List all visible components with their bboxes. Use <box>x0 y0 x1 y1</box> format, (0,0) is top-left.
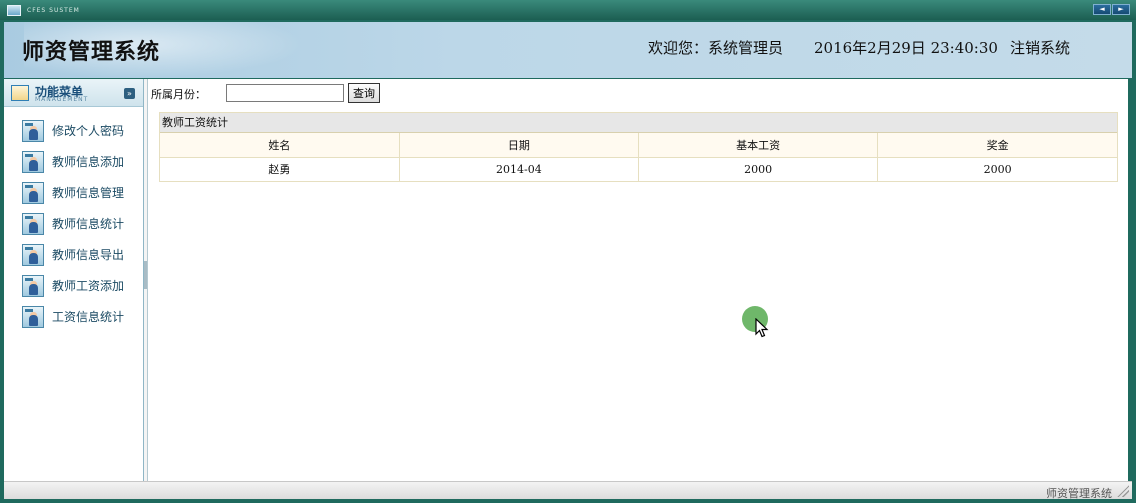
sidebar-item-label: 教师信息管理 <box>52 186 125 200</box>
prev-button[interactable]: ◄ <box>1093 4 1111 15</box>
status-bar: 师资管理系统 <box>4 481 1132 500</box>
window-titlebar: CFES SUSTEM ◄ ► <box>0 0 1136 20</box>
user-card-icon <box>22 212 44 235</box>
cell-date: 2014-04 <box>399 157 640 181</box>
sidebar-item-label: 修改个人密码 <box>52 124 125 138</box>
menu-header: 功能菜单 MANAGEMENT » <box>4 79 143 107</box>
user-card-icon <box>22 274 44 297</box>
menu-icon <box>11 85 29 101</box>
user-card-icon <box>22 305 44 328</box>
cell-bonus: 2000 <box>983 162 1012 176</box>
salary-table: 姓名 日期 基本工资 奖金 赵勇 2014-04 2000 2000 <box>160 133 1117 181</box>
logout-link[interactable]: 注销系统 <box>1010 37 1070 58</box>
sidebar-item-change-password[interactable]: 修改个人密码 <box>4 115 143 146</box>
datetime-text: 2016年2月29日 23:40:30 <box>814 39 998 57</box>
month-input[interactable] <box>226 84 344 102</box>
page-title: 师资管理系统 <box>22 39 161 65</box>
footer-text: 师资管理系统 <box>1046 487 1112 500</box>
cell-base-salary: 2000 <box>638 157 879 181</box>
column-header-bonus: 奖金 <box>877 133 1117 158</box>
page-header: 师资管理系统 欢迎您：系统管理员 2016年2月29日 23:40:30 注销系… <box>4 22 1132 78</box>
window-right-edge <box>1128 79 1136 481</box>
sidebar-item-teacher-add[interactable]: 教师信息添加 <box>4 146 143 177</box>
system-label: CFES SUSTEM <box>27 6 80 14</box>
table-row: 赵勇 2014-04 2000 2000 <box>160 157 1117 181</box>
cell-name: 赵勇 <box>160 157 400 181</box>
mouse-pointer-icon <box>755 318 769 338</box>
window-buttons: ◄ ► <box>1093 4 1130 15</box>
splitter-grip[interactable] <box>144 261 147 289</box>
next-button[interactable]: ► <box>1112 4 1130 15</box>
sidebar-item-label: 教师工资添加 <box>52 279 125 293</box>
salary-stats-panel: 教师工资统计 姓名 日期 基本工资 奖金 赵勇 2014-04 2000 200… <box>159 112 1118 182</box>
sidebar-item-label: 工资信息统计 <box>52 310 125 324</box>
collapse-icon[interactable]: » <box>124 88 135 99</box>
column-header-date: 日期 <box>399 133 640 158</box>
sidebar-item-label: 教师信息添加 <box>52 155 125 169</box>
search-bar: 所属月份： 查询 <box>151 83 380 104</box>
user-card-icon <box>22 119 44 142</box>
sidebar-item-teacher-export[interactable]: 教师信息导出 <box>4 239 143 270</box>
sidebar-item-teacher-manage[interactable]: 教师信息管理 <box>4 177 143 208</box>
user-card-icon <box>22 150 44 173</box>
sidebar-item-label: 教师信息导出 <box>52 248 125 262</box>
main-content: 所属月份： 查询 教师工资统计 姓名 日期 基本工资 奖金 赵勇 2014-04… <box>148 79 1128 481</box>
table-header-row: 姓名 日期 基本工资 奖金 <box>160 133 1117 158</box>
welcome-text: 欢迎您：系统管理员 <box>648 39 784 57</box>
panel-title: 教师工资统计 <box>160 113 1117 133</box>
column-header-base-salary: 基本工资 <box>638 133 879 158</box>
query-button[interactable]: 查询 <box>348 83 380 103</box>
monitor-icon <box>7 4 21 16</box>
sidebar-item-salary-stats[interactable]: 工资信息统计 <box>4 301 143 332</box>
sidebar-item-teacher-stats[interactable]: 教师信息统计 <box>4 208 143 239</box>
resize-grip-icon[interactable] <box>1117 485 1129 497</box>
month-label: 所属月份： <box>151 88 206 101</box>
sidebar: 功能菜单 MANAGEMENT » 修改个人密码 教师信息添加 教师信息管理 教… <box>4 79 144 481</box>
user-card-icon <box>22 243 44 266</box>
column-header-name: 姓名 <box>160 133 400 158</box>
menu-subtitle: MANAGEMENT <box>35 96 89 103</box>
user-card-icon <box>22 181 44 204</box>
sidebar-item-salary-add[interactable]: 教师工资添加 <box>4 270 143 301</box>
menu-list: 修改个人密码 教师信息添加 教师信息管理 教师信息统计 教师信息导出 教师工资添… <box>4 107 143 332</box>
sidebar-item-label: 教师信息统计 <box>52 217 125 231</box>
